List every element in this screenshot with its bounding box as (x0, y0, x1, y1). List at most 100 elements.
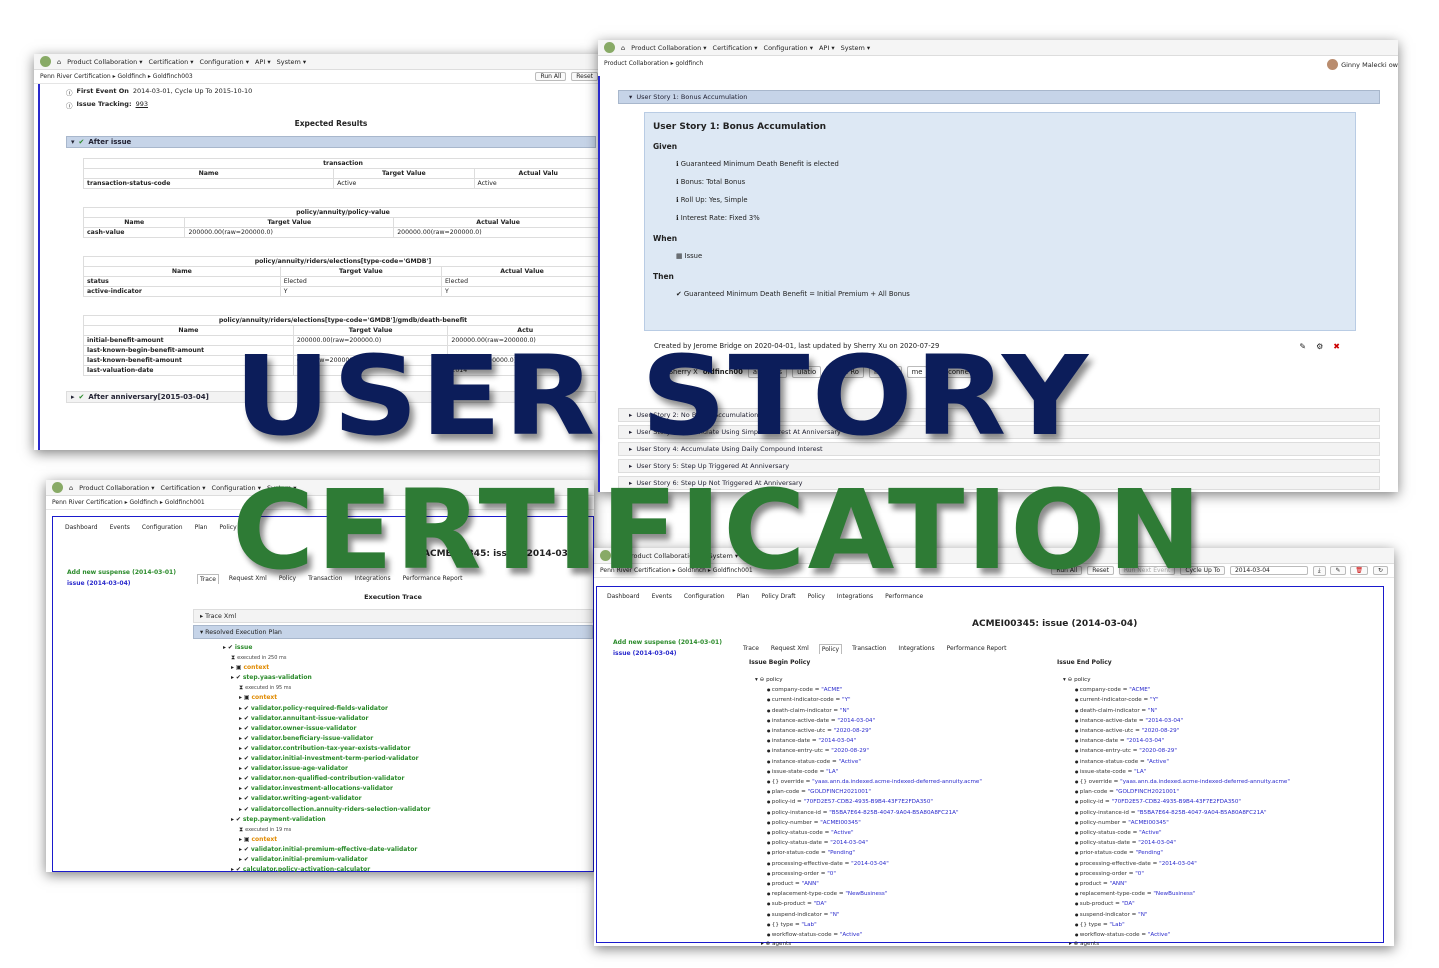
breadcrumb[interactable]: Penn River Certification ▸ Goldfinch ▸ G… (600, 567, 753, 574)
nav-product-collaboration[interactable]: Product Collaboration ▾ (79, 484, 154, 492)
tree-node[interactable]: ▸ ▣ context (223, 663, 593, 673)
nav-api[interactable]: API ▾ (255, 58, 271, 66)
user-story-1-header[interactable]: ▾ User Story 1: Bonus Accumulation (618, 90, 1380, 104)
tab-transaction[interactable]: Transaction (306, 574, 344, 584)
tree-node[interactable]: ▸ ✔ validator.initial-investment-term-pe… (223, 754, 593, 764)
add-suspense-link[interactable]: Add new suspense (2014-03-01) (613, 639, 722, 646)
user-menu[interactable]: Ginny Malecki ow (1327, 59, 1398, 70)
nav-system[interactable]: System ▾ (841, 44, 871, 52)
tree-node[interactable]: ▸ ✔ validator.writing-agent-validator (223, 794, 593, 804)
breadcrumb[interactable]: Penn River Certification ▸ Goldfinch ▸ G… (40, 73, 193, 80)
reset-button[interactable]: Reset (1087, 565, 1114, 575)
cycle-date-input[interactable]: 2014-03-04 (1229, 565, 1308, 575)
home-icon[interactable]: ⌂ (617, 552, 621, 560)
tab-integrations[interactable]: Integrations (835, 592, 875, 601)
tree-node[interactable]: ▸ ✔ validator.initial-premium-validator (223, 855, 593, 865)
reset-button[interactable]: Reset (571, 72, 598, 81)
tab-events[interactable]: Events (108, 523, 132, 532)
nav-product-collaboration[interactable]: Product Collaboration ▾ (67, 58, 142, 66)
home-icon[interactable]: ⌂ (57, 58, 61, 66)
tree-node[interactable]: ▸ ✔ validator.issue-age-validator (223, 764, 593, 774)
tree-node[interactable]: ▸ ✔ step.yaas-validation (223, 673, 593, 683)
policy-child-node[interactable]: ▸ ⊕ agents (755, 940, 1055, 946)
user-story-5-header[interactable]: ▸ User Story 5: Step Up Triggered At Ann… (618, 459, 1380, 473)
tree-node[interactable]: ▸ ✔ validator.beneficiary-issue-validato… (223, 734, 593, 744)
nav-configuration[interactable]: Configuration ▾ (212, 484, 261, 492)
tab-dashboard[interactable]: Dashboard (605, 592, 642, 601)
user-story-3-header[interactable]: ▸ User Story 3: Accumulate Using Simple … (618, 425, 1380, 439)
tab-transaction[interactable]: Transaction (850, 644, 888, 654)
issue-event-link[interactable]: issue (2014-03-04) (613, 650, 722, 657)
disconnect-button[interactable]: Disconnect (932, 366, 981, 378)
tab-plan[interactable]: Plan (735, 592, 752, 601)
linked-case-link[interactable]: oldfinch00 (703, 368, 743, 376)
run-all-button[interactable]: Run All (535, 72, 567, 81)
home-icon[interactable]: ⌂ (621, 44, 625, 52)
tree-node[interactable]: ▸ ✔ validator.policy-required-fields-val… (223, 704, 593, 714)
nav-configuration[interactable]: Configuration ▾ (200, 58, 249, 66)
user-story-6-header[interactable]: ▸ User Story 6: Step Up Not Triggered At… (618, 476, 1380, 490)
tree-node[interactable]: ▸ ✔ step.payment-validation (223, 815, 593, 825)
tree-node[interactable]: ▸ ✔ validator.initial-premium-effective-… (223, 845, 593, 855)
user-story-4-header[interactable]: ▸ User Story 4: Accumulate Using Daily C… (618, 442, 1380, 456)
tree-node[interactable]: ▸ ✔ validator.annuitant-issue-validator (223, 714, 593, 724)
tab-trace[interactable]: Trace (197, 574, 219, 584)
delete-icon[interactable]: ✖ (1333, 342, 1340, 351)
tab-policy-draft[interactable]: Policy Draft (217, 523, 255, 532)
trace-xml-panel[interactable]: ▸ Trace Xml (193, 609, 593, 623)
tab-trace[interactable]: Trace (741, 644, 761, 654)
refresh-icon[interactable]: ↻ (1372, 565, 1388, 575)
tab-dashboard[interactable]: Dashboard (63, 523, 100, 532)
tab-performance-report[interactable]: Performance Report (401, 574, 465, 584)
issue-tracking-link[interactable]: 993 (136, 100, 148, 110)
tree-node[interactable]: ▸ ✔ validator.investment-allocations-val… (223, 784, 593, 794)
tree-node[interactable]: ▸ ✔ issue (223, 643, 593, 653)
tab-policy[interactable]: Policy (277, 574, 298, 584)
tab-integrations[interactable]: Integrations (896, 644, 936, 654)
run-next-event-button[interactable]: Run Next Event (1118, 565, 1176, 575)
after-anniversary-section[interactable]: ▸ ✔ After anniversary[2015-03-04] (66, 391, 596, 403)
user-story-2-header[interactable]: ▸ User Story 2: No Bonus Accumulation (618, 408, 1380, 422)
tree-node[interactable]: ▸ ✔ validator.contribution-tax-year-exis… (223, 744, 593, 754)
policy-root-node[interactable]: ▾ ⊖ policy (1063, 676, 1363, 685)
resolved-plan-panel[interactable]: ▾ Resolved Execution Plan (193, 625, 593, 639)
after-issue-section[interactable]: ▾ ✔ After issue (66, 136, 596, 148)
tree-node[interactable]: ▸ ✔ validatorcollection.annuity-riders-s… (223, 805, 593, 815)
policy-child-node[interactable]: ▸ ⊕ agents (1063, 940, 1363, 946)
delete-icon[interactable]: 🗑 (1350, 565, 1369, 575)
nav-configuration[interactable]: Configuration ▾ (764, 44, 813, 52)
tab-policy[interactable]: Policy (806, 592, 827, 601)
breadcrumb[interactable]: Penn River Certification ▸ Goldfinch ▸ G… (52, 499, 205, 506)
nav-system[interactable]: System ▾ (267, 484, 297, 492)
nav-certification[interactable]: Certification ▾ (149, 58, 194, 66)
tab-performance[interactable]: Performance (883, 592, 925, 601)
nav-product-collaboration[interactable]: Product Collaboration ▾ (627, 552, 702, 560)
tab-configuration[interactable]: Configuration (682, 592, 727, 601)
home-icon[interactable]: ⌂ (69, 484, 73, 492)
edit-icon[interactable]: ✎ (1299, 342, 1306, 351)
nav-api[interactable]: API ▾ (819, 44, 835, 52)
tree-node[interactable]: ▸ ▣ context (223, 693, 593, 703)
tab-plan[interactable]: Plan (193, 523, 210, 532)
tab-policy[interactable]: Policy (818, 644, 843, 654)
nav-system[interactable]: System ▾ (709, 552, 739, 560)
nav-product-collaboration[interactable]: Product Collaboration ▾ (631, 44, 706, 52)
tab-request-xml[interactable]: Request Xml (769, 644, 811, 654)
nav-certification[interactable]: Certification ▾ (161, 484, 206, 492)
download-icon[interactable]: ⤓ (1312, 565, 1326, 576)
breadcrumb[interactable]: Product Collaboration ▸ goldfinch (604, 60, 703, 67)
issue-event-link[interactable]: issue (2014-03-04) (67, 580, 176, 587)
nav-certification[interactable]: Certification ▾ (713, 44, 758, 52)
add-suspense-link[interactable]: Add new suspense (2014-03-01) (67, 569, 176, 576)
tab-request-xml[interactable]: Request Xml (227, 574, 269, 584)
policy-root-node[interactable]: ▾ ⊖ policy (755, 676, 1055, 685)
tab-performance-report[interactable]: Performance Report (945, 644, 1009, 654)
cycle-up-to-button[interactable]: Cycle Up To (1180, 565, 1226, 575)
edit-icon[interactable]: ✎ (1330, 565, 1346, 575)
tab-configuration[interactable]: Configuration (140, 523, 185, 532)
gear-icon[interactable]: ⚙ (1316, 342, 1323, 351)
tree-node[interactable]: ▸ ▣ context (223, 835, 593, 845)
tree-node[interactable]: ▸ ✔ calculator.policy-activation-calcula… (223, 865, 593, 872)
tree-node[interactable]: ▸ ✔ validator.owner-issue-validator (223, 724, 593, 734)
tab-events[interactable]: Events (650, 592, 674, 601)
